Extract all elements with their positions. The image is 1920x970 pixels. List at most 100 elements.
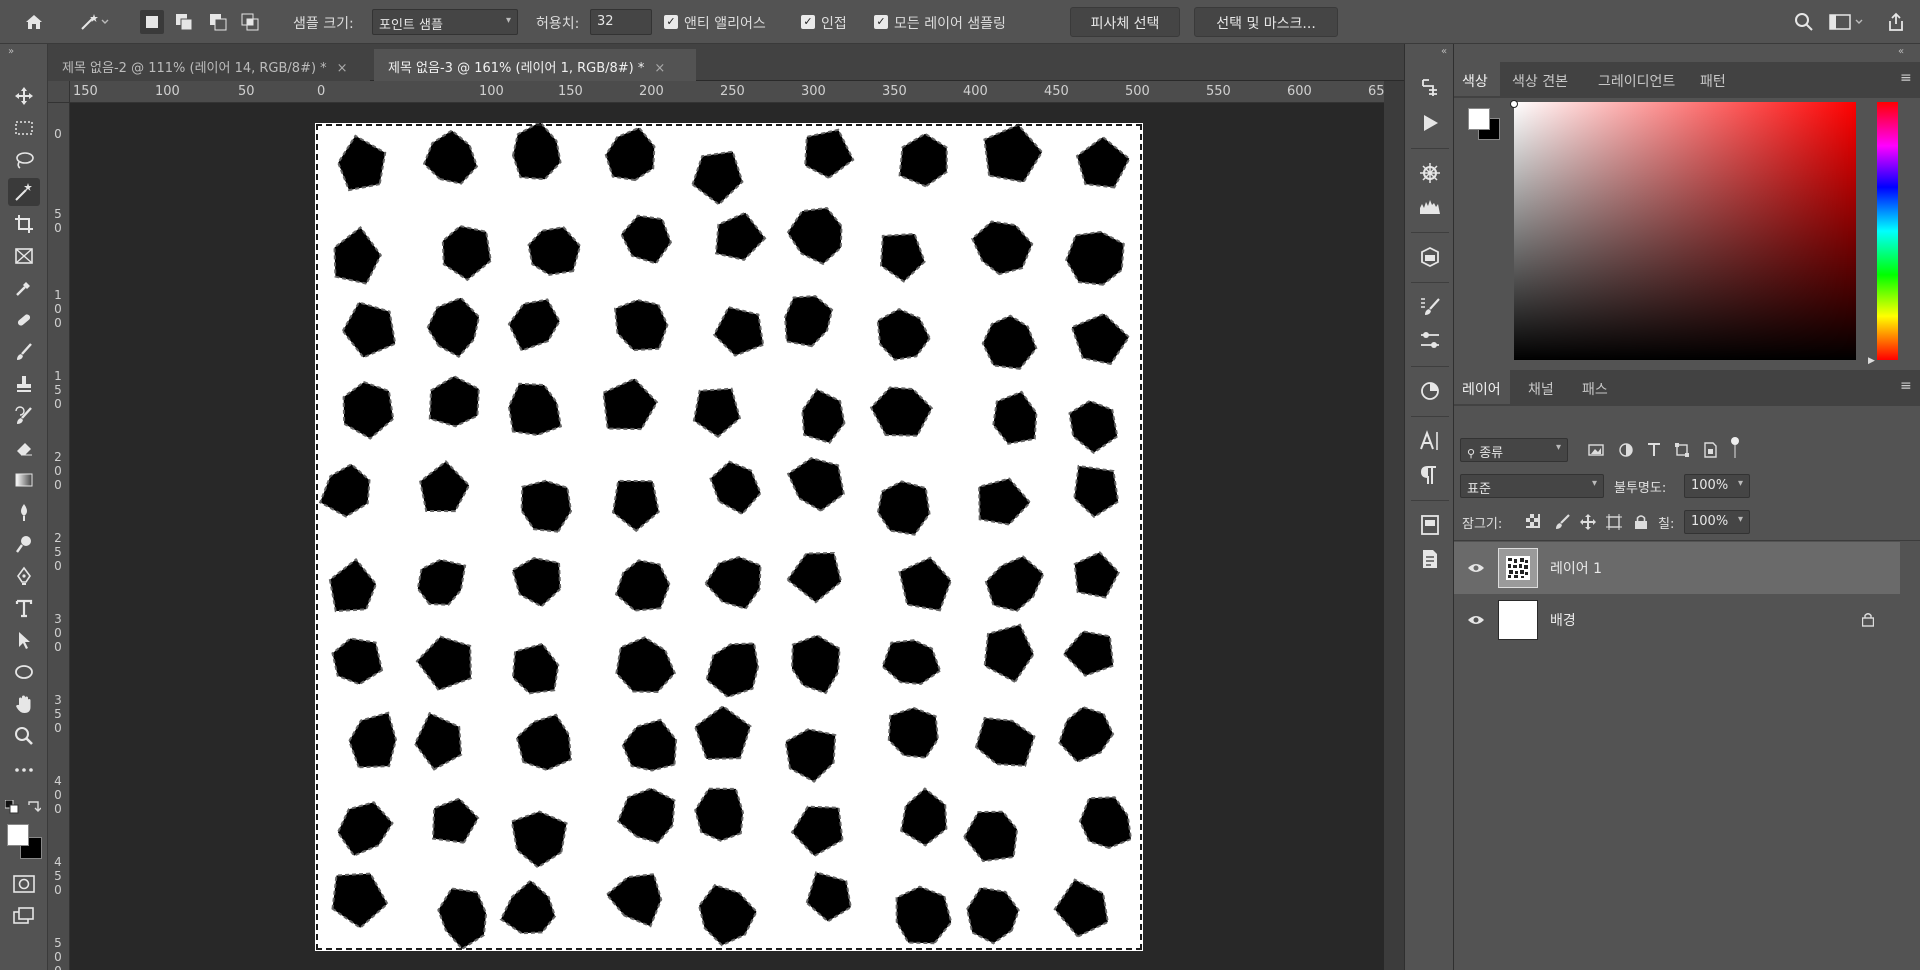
eraser-tool-icon[interactable] [8,434,40,462]
character-icon[interactable] [1417,428,1443,454]
magic-wand-tool-icon[interactable] [8,178,40,206]
ellipse-tool-icon[interactable] [8,658,40,686]
collapse-arrows-icon[interactable]: « [1898,46,1904,57]
adjustments-wheel-icon[interactable] [1417,160,1443,186]
move-tool-icon[interactable] [8,82,40,110]
layer-row-background[interactable]: 배경 [1454,594,1900,646]
filter-type-icon[interactable] [1646,442,1662,462]
blur-tool-icon[interactable] [8,498,40,526]
healing-brush-tool-icon[interactable] [8,306,40,334]
filter-toggle-icon[interactable] [1730,436,1740,464]
lock-transparent-icon[interactable] [1526,514,1540,532]
select-and-mask-button[interactable]: 선택 및 마스크... [1194,7,1338,37]
path-selection-tool-icon[interactable] [8,626,40,654]
add-to-selection-icon[interactable] [172,10,196,34]
layer-name[interactable]: 배경 [1550,610,1576,630]
color-field[interactable] [1514,102,1856,360]
home-icon[interactable] [22,10,46,34]
lock-all-icon[interactable] [1634,514,1648,534]
3d-library-icon[interactable] [1417,244,1443,270]
tab-color[interactable]: 색상 [1454,62,1500,96]
lock-artboard-icon[interactable] [1606,514,1622,534]
close-icon[interactable]: × [654,61,665,76]
zoom-tool-icon[interactable] [8,722,40,750]
share-icon[interactable] [1884,10,1908,34]
canvas-area[interactable] [70,103,1384,970]
dodge-tool-icon[interactable] [8,530,40,558]
tab-patterns[interactable]: 패턴 [1692,62,1734,96]
properties-icon[interactable] [1417,546,1443,572]
filter-pixel-icon[interactable] [1588,442,1604,462]
brush-presets-icon[interactable] [1417,328,1443,354]
crop-tool-icon[interactable] [8,210,40,238]
filter-smart-object-icon[interactable] [1702,442,1718,462]
layer-row-layer-1[interactable]: 레이어 1 [1454,542,1900,594]
clone-source-icon[interactable] [1417,378,1443,404]
panel-menu-icon[interactable]: ≡ [1900,378,1912,394]
brush-settings-icon[interactable] [1417,294,1443,320]
pen-tool-icon[interactable] [8,562,40,590]
panel-menu-icon[interactable]: ≡ [1900,70,1912,86]
intersect-selection-icon[interactable] [238,10,262,34]
document-canvas[interactable] [315,120,1143,951]
collapse-arrows-icon[interactable]: » [8,46,14,57]
fill-input[interactable]: 100% ▾ [1684,510,1750,534]
lock-pixels-brush-icon[interactable] [1554,514,1570,534]
blend-mode-select[interactable]: 표준 ▾ [1460,474,1604,498]
swap-colors-icon[interactable] [27,800,42,814]
layer-name[interactable]: 레이어 1 [1550,558,1602,578]
histogram-icon[interactable] [1417,194,1443,220]
tab-channels[interactable]: 채널 [1520,370,1562,404]
subtract-from-selection-icon[interactable] [206,10,230,34]
eye-icon[interactable] [1465,609,1487,631]
tab-gradients[interactable]: 그레이디언트 [1590,62,1683,96]
select-subject-button[interactable]: 피사체 선택 [1070,7,1180,37]
clone-stamp-tool-icon[interactable] [8,370,40,398]
lasso-tool-icon[interactable] [8,146,40,174]
collapse-arrows-icon[interactable]: « [1441,46,1447,57]
search-icon[interactable] [1792,10,1816,34]
tab-document-2[interactable]: 제목 없음-2 @ 111% (레이어 14, RGB/8#) * × [48,49,370,81]
marquee-tool-icon[interactable] [8,114,40,142]
tab-layers[interactable]: 레이어 [1454,370,1510,404]
paragraph-icon[interactable] [1417,462,1443,488]
eyedropper-tool-icon[interactable] [8,274,40,302]
workspace-icon[interactable] [1826,10,1866,34]
tab-document-3[interactable]: 제목 없음-3 @ 161% (레이어 1, RGB/8#) * × [374,49,696,81]
opacity-input[interactable]: 100% ▾ [1684,474,1750,498]
magic-wand-preset-icon[interactable] [76,10,112,34]
tab-swatches[interactable]: 색상 견본 [1504,62,1576,96]
foreground-color-swatch[interactable] [1468,108,1490,130]
tab-paths[interactable]: 패스 [1574,370,1616,404]
history-icon[interactable] [1417,74,1443,100]
anti-alias-checkbox[interactable]: ✓ [664,15,678,29]
history-brush-tool-icon[interactable] [8,402,40,430]
filter-adjustment-icon[interactable] [1618,442,1634,462]
default-colors-icon[interactable] [4,799,19,814]
vertical-ruler[interactable]: 0 50 100 150 200 250 300 350 400 450 500 [48,103,70,970]
quick-mask-icon[interactable] [8,870,40,898]
sample-all-layers-checkbox[interactable]: ✓ [874,15,888,29]
frame-tool-icon[interactable] [8,242,40,270]
screen-mode-icon[interactable] [8,902,40,930]
contiguous-checkbox[interactable]: ✓ [801,15,815,29]
hue-slider[interactable] [1877,102,1898,360]
more-tools-icon[interactable] [8,756,40,784]
layer-filter-select[interactable]: ⚲ 종류 ▾ [1460,438,1568,462]
filter-shape-icon[interactable] [1674,442,1690,462]
tolerance-input[interactable]: 32 [590,9,652,35]
vertical-scrollbar[interactable] [1384,81,1404,970]
foreground-color-swatch[interactable] [7,824,29,846]
hand-tool-icon[interactable] [8,690,40,718]
horizontal-ruler[interactable]: 150 100 50 0 100 150 200 250 300 350 400… [70,81,1384,103]
hue-slider-handle[interactable]: ▶ [1868,356,1875,366]
ruler-origin[interactable] [48,81,70,103]
close-icon[interactable]: × [337,61,348,76]
sample-size-select[interactable]: 포인트 샘플 ▾ [372,9,518,35]
color-picker-handle[interactable] [1510,100,1518,108]
eye-icon[interactable] [1465,557,1487,579]
libraries-icon[interactable] [1417,512,1443,538]
lock-position-move-icon[interactable] [1580,514,1596,534]
actions-play-icon[interactable] [1417,110,1443,136]
brush-tool-icon[interactable] [8,338,40,366]
